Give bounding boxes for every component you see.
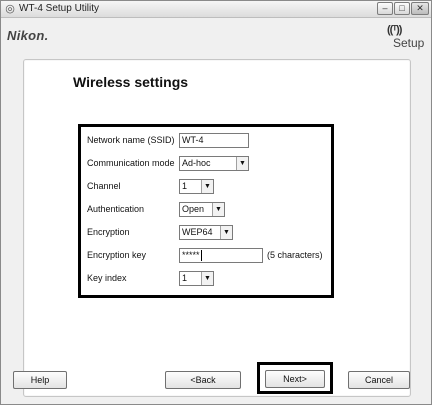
encryption-row: Encryption WEP64 ▼ [87, 225, 331, 241]
next-button-highlight: Next> [257, 362, 333, 394]
ssid-input[interactable]: WT-4 [179, 133, 249, 148]
chevron-down-icon[interactable]: ▼ [201, 180, 213, 193]
setup-logo-text: Setup [393, 36, 425, 50]
channel-select[interactable]: 1 ▼ [179, 179, 214, 194]
channel-row: Channel 1 ▼ [87, 179, 331, 195]
key-index-select[interactable]: 1 ▼ [179, 271, 214, 286]
title-bar[interactable]: ◎ WT-4 Setup Utility – □ ✕ [1, 1, 431, 18]
wireless-icon: ((ᵀ)) [387, 24, 402, 36]
channel-label: Channel [87, 181, 121, 191]
chevron-down-icon[interactable]: ▼ [212, 203, 224, 216]
content-panel: Wireless settings Network name (SSID) WT… [23, 59, 411, 397]
window-controls: – □ ✕ [377, 2, 429, 16]
nikon-logo: Nikon. [7, 28, 49, 43]
encryption-label: Encryption [87, 227, 130, 237]
encryption-key-label: Encryption key [87, 250, 147, 260]
authentication-select[interactable]: Open ▼ [179, 202, 225, 217]
chevron-down-icon[interactable]: ▼ [220, 226, 232, 239]
encryption-key-input[interactable]: ***** [179, 248, 263, 263]
key-index-value: 1 [182, 273, 188, 283]
minimize-button[interactable]: – [377, 2, 393, 15]
setup-logo: ((ᵀ)) Setup [385, 24, 425, 54]
help-button[interactable]: Help [13, 371, 67, 389]
close-button[interactable]: ✕ [411, 2, 429, 15]
key-index-row: Key index 1 ▼ [87, 271, 331, 287]
communication-mode-row: Communication mode Ad-hoc ▼ [87, 156, 331, 172]
communication-mode-value: Ad-hoc [182, 158, 211, 168]
authentication-row: Authentication Open ▼ [87, 202, 331, 218]
window-title: WT-4 Setup Utility [19, 3, 100, 14]
authentication-label: Authentication [87, 204, 145, 214]
page-title: Wireless settings [73, 74, 189, 90]
authentication-value: Open [182, 204, 205, 214]
encryption-key-hint: (5 characters) [267, 250, 323, 260]
next-button[interactable]: Next> [265, 370, 325, 388]
wireless-settings-form: Network name (SSID) WT-4 Communication m… [78, 124, 334, 298]
communication-mode-label: Communication mode [87, 158, 175, 168]
channel-value: 1 [182, 181, 188, 191]
app-icon: ◎ [5, 3, 15, 15]
cancel-button[interactable]: Cancel [348, 371, 410, 389]
back-button[interactable]: <Back [165, 371, 241, 389]
chevron-down-icon[interactable]: ▼ [236, 157, 248, 170]
setup-window: ◎ WT-4 Setup Utility – □ ✕ Nikon. ((ᵀ)) … [0, 0, 432, 405]
key-index-label: Key index [87, 273, 127, 283]
encryption-select[interactable]: WEP64 ▼ [179, 225, 233, 240]
maximize-button[interactable]: □ [394, 2, 410, 15]
app-header: Nikon. ((ᵀ)) Setup [1, 18, 431, 56]
text-cursor [200, 250, 202, 262]
ssid-label: Network name (SSID) [87, 135, 175, 145]
encryption-key-row: Encryption key ***** (5 characters) [87, 248, 331, 264]
encryption-value: WEP64 [182, 227, 213, 237]
chevron-down-icon[interactable]: ▼ [201, 272, 213, 285]
communication-mode-select[interactable]: Ad-hoc ▼ [179, 156, 249, 171]
encryption-key-value: ***** [182, 250, 200, 260]
ssid-row: Network name (SSID) WT-4 [87, 133, 331, 149]
